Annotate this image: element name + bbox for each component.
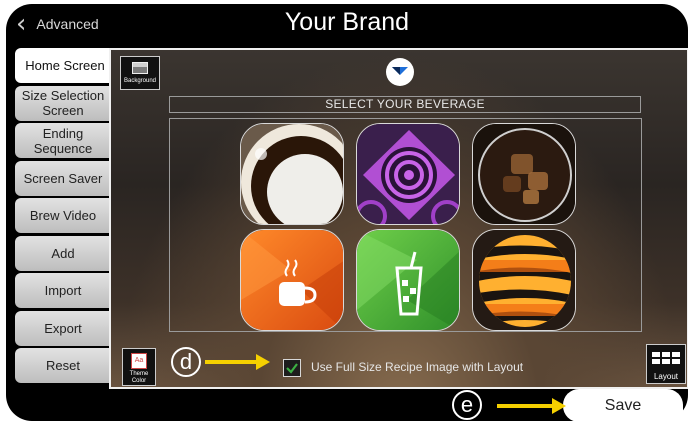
theme-color-button[interactable]: Aa Theme Color [122,348,156,386]
callout-e-arrowhead [552,398,566,414]
image-icon [132,62,148,74]
beverage-tile-hot-drink[interactable] [240,229,344,331]
background-button[interactable]: Background [120,56,160,90]
beverage-tile-hot-coffee[interactable] [240,123,344,225]
full-size-image-label: Use Full Size Recipe Image with Layout [311,360,524,374]
theme-color-label: Theme Color [129,371,149,384]
sidebar-item-label: Brew Video [29,208,97,223]
sidebar-item-export[interactable]: Export [15,310,111,346]
layout-button-label: Layout [653,372,679,381]
page-title: Your Brand [284,8,410,36]
save-button[interactable]: Save [563,389,683,422]
beverage-tile-iced-coffee[interactable] [472,123,576,225]
layout-button[interactable]: Layout [646,344,686,384]
callout-d-arrow [205,360,257,364]
background-button-label: Background [123,78,157,84]
sidebar-item-ending-sequence[interactable]: Ending Sequence [15,123,111,158]
callout-e: e [452,390,482,420]
sidebar-item-import[interactable]: Import [15,273,111,308]
hot-cup-icon [241,230,343,330]
callout-e-arrow [497,404,553,408]
callout-d-arrowhead [256,354,270,370]
coffee-cup-photo-icon [241,124,343,224]
sidebar: Home Screen Size Selection Screen Ending… [15,48,115,386]
beverage-grid [169,118,642,332]
beverage-tile-purple-spiral[interactable] [356,123,460,225]
sidebar-item-label: Screen Saver [23,170,103,186]
sidebar-item-label: Export [44,320,82,336]
beverage-tile-iced-drink[interactable] [356,229,460,331]
sidebar-item-label: Ending Sequence [33,125,93,156]
sidebar-item-label: Add [51,245,75,261]
stripe-pattern-icon [473,230,575,330]
sidebar-item-reset[interactable]: Reset [15,348,111,383]
brand-logo [386,58,414,86]
select-beverage-heading: SELECT YOUR BEVERAGE [169,96,641,113]
brand-logo-icon [387,59,413,85]
sidebar-item-brew-video[interactable]: Brew Video [15,198,111,233]
sidebar-item-size-selection-screen[interactable]: Size Selection Screen [15,85,111,121]
spiral-pattern-icon [357,124,459,224]
theme-text-icon: Aa [131,353,147,369]
grid-layout-icon [647,352,685,364]
sidebar-item-label: Home Screen [25,58,105,73]
sidebar-item-home-screen[interactable]: Home Screen [15,48,115,83]
home-screen-preview: Background SELECT YOUR BEVERAGE Aa Theme… [109,48,688,389]
beverage-tile-orange-stripes[interactable] [472,229,576,331]
app-window: ‹ Advanced Your Brand Home Screen Size S… [6,4,688,421]
sidebar-item-label: Import [44,283,82,298]
header-bar: ‹ Advanced Your Brand [6,4,688,46]
iced-coffee-photo-icon [473,124,575,224]
sidebar-item-add[interactable]: Add [15,235,111,271]
sidebar-item-label: Reset [46,358,80,373]
iced-cup-icon [357,230,459,330]
checkmark-icon [286,363,298,374]
callout-d: d [171,347,201,377]
sidebar-item-screen-saver[interactable]: Screen Saver [15,160,111,196]
full-size-image-checkbox[interactable] [283,359,301,377]
sidebar-item-label: Size Selection Screen [21,88,105,118]
